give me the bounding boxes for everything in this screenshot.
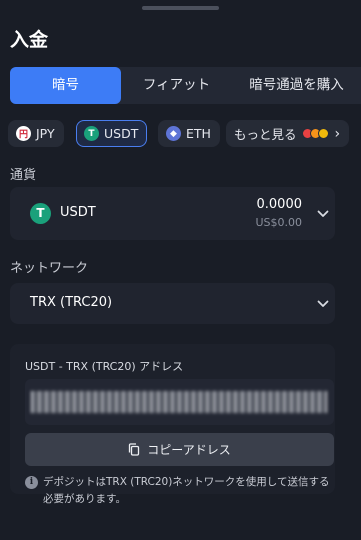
deposit-sheet: 入金 暗号 フィアット 暗号通過を購入 円 JPY T USDT ◆ ETH も… bbox=[0, 0, 361, 540]
currency-selector[interactable]: T USDT 0.0000 US$0.00 bbox=[10, 187, 335, 240]
yen-icon: 円 bbox=[16, 126, 31, 141]
currency-section-label: 通貨 bbox=[10, 168, 37, 183]
copy-address-label: コピーアドレス bbox=[147, 443, 231, 457]
network-section-label: ネットワーク bbox=[10, 261, 89, 276]
currency-chips: 円 JPY T USDT ◆ ETH もっと見る › bbox=[8, 120, 361, 148]
page-title: 入金 bbox=[10, 29, 49, 51]
chip-usdt[interactable]: T USDT bbox=[76, 120, 148, 147]
redacted-address bbox=[31, 391, 327, 413]
network-selector[interactable]: TRX (TRC20) bbox=[10, 283, 335, 324]
deposit-tabs: 暗号 フィアット 暗号通過を購入 bbox=[10, 67, 361, 104]
tether-icon: T bbox=[30, 203, 51, 224]
network-name: TRX (TRC20) bbox=[30, 295, 113, 310]
currency-name: USDT bbox=[60, 205, 96, 220]
tab-fiat[interactable]: フィアット bbox=[121, 67, 232, 104]
address-label: USDT - TRX (TRC20) アドレス bbox=[25, 360, 184, 373]
chip-label: JPY bbox=[36, 126, 55, 141]
ethereum-icon: ◆ bbox=[166, 126, 181, 141]
network-warning-text: デポジットはTRX (TRC20)ネットワークを使用して送信する必要があります。 bbox=[43, 476, 330, 505]
deposit-address-panel: USDT - TRX (TRC20) アドレス コピーアドレス i デポジットは… bbox=[10, 344, 335, 505]
copy-address-button[interactable]: コピーアドレス bbox=[25, 433, 334, 466]
chevron-down-icon bbox=[317, 300, 329, 307]
copy-icon bbox=[129, 443, 140, 456]
coin-stack-icon bbox=[301, 128, 329, 139]
tab-buy-crypto[interactable]: 暗号通過を購入 bbox=[232, 67, 361, 104]
chip-label: ETH bbox=[186, 126, 211, 141]
chip-label: もっと見る bbox=[234, 127, 297, 142]
tether-icon: T bbox=[84, 126, 99, 141]
info-icon: i bbox=[25, 476, 38, 489]
chevron-right-icon: › bbox=[334, 125, 341, 142]
chip-label: USDT bbox=[104, 126, 139, 141]
currency-usd-value: US$0.00 bbox=[255, 216, 302, 229]
tab-crypto[interactable]: 暗号 bbox=[10, 67, 121, 104]
drag-handle[interactable] bbox=[142, 6, 219, 10]
chip-more[interactable]: もっと見る › bbox=[226, 120, 350, 147]
network-warning: i デポジットはTRX (TRC20)ネットワークを使用して送信する必要がありま… bbox=[25, 474, 335, 508]
chevron-down-icon bbox=[317, 210, 329, 217]
chip-jpy[interactable]: 円 JPY bbox=[8, 120, 64, 147]
chip-eth[interactable]: ◆ ETH bbox=[158, 120, 220, 147]
address-field[interactable] bbox=[25, 379, 334, 425]
currency-amount: 0.0000 bbox=[256, 197, 303, 212]
